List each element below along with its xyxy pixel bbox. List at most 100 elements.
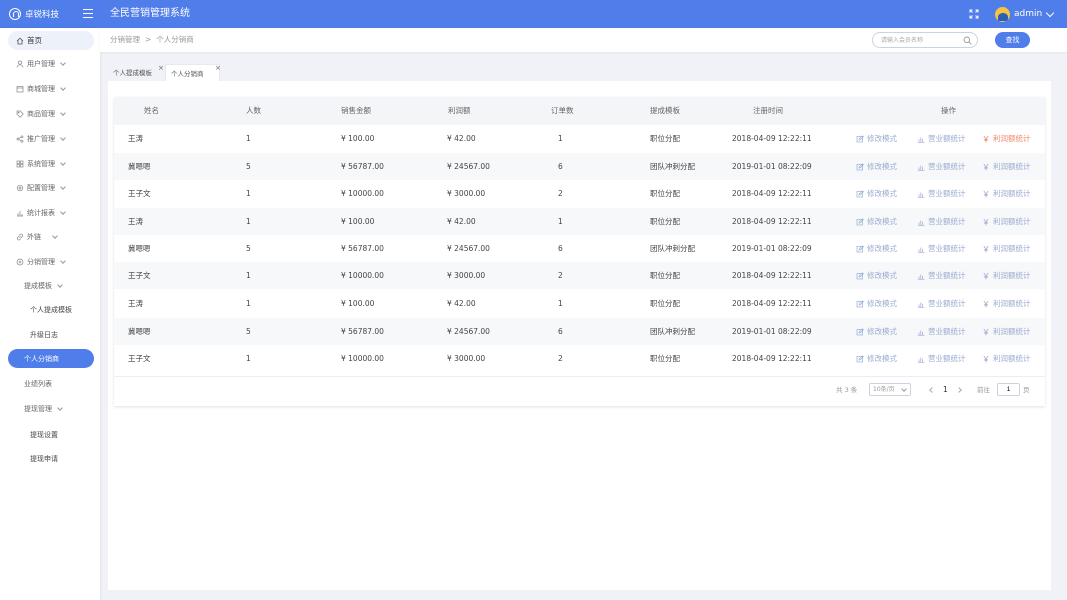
profit-stats-button[interactable]: 利润额统计 [982,180,1031,207]
cell-registered: 2019-01-01 08:22:09 [732,244,812,253]
sidebar-item-promotion[interactable]: 推广管理 [8,129,94,148]
sidebar-item-reports[interactable]: 统计报表 [8,203,94,222]
sidebar-item-personal-commission-template[interactable]: 个人提成模板 [8,300,94,319]
search-icon[interactable] [963,36,972,45]
edit-mode-button[interactable]: 修改模式 [856,290,897,317]
revenue-stats-button[interactable]: 营业额统计 [917,345,966,372]
cell-sales: ¥ 100.00 [341,299,375,308]
edit-mode-button[interactable]: 修改模式 [856,125,897,152]
cell-people: 1 [246,299,251,308]
sidebar-item-label: 分销管理 [27,257,55,266]
breadcrumb-parent[interactable]: 分销管理 [110,35,140,44]
cell-sales: ¥ 100.00 [341,217,375,226]
cell-sales: ¥ 56787.00 [341,162,384,171]
pagination-goto-input[interactable] [997,383,1020,396]
pagination-current-page[interactable]: 1 [943,383,948,397]
sidebar-item-users[interactable]: 用户管理 [8,54,94,73]
gear-icon [16,184,24,191]
revenue-stats-button[interactable]: 营业额统计 [917,290,966,317]
action-label: 利润额统计 [993,327,1031,336]
cell-orders: 2 [558,271,563,280]
profit-stats-button[interactable]: 利润额统计 [982,318,1031,345]
action-label: 利润额统计 [993,354,1031,363]
profit-stats-button[interactable]: 利润额统计 [982,153,1031,180]
profit-stats-button[interactable]: 利润额统计 [982,345,1031,372]
edit-icon [856,244,864,252]
sidebar-item-distribution[interactable]: 分销管理 [8,252,94,271]
sidebar-item-label: 升级日志 [30,330,58,339]
sidebar-item-personal-distributor[interactable]: 个人分销商 [8,349,94,368]
revenue-stats-button[interactable]: 营业额统计 [917,153,966,180]
sidebar-item-withdraw-application[interactable]: 提现申请 [8,449,94,468]
sidebar-item-withdraw-settings[interactable]: 提现设置 [8,425,94,444]
edit-mode-button[interactable]: 修改模式 [856,235,897,262]
sidebar-item-commission-template[interactable]: 提成模板 [8,276,94,295]
chevron-down-icon [60,257,66,264]
close-icon[interactable]: × [158,64,164,72]
edit-mode-button[interactable]: 修改模式 [856,153,897,180]
revenue-stats-button[interactable]: 营业额统计 [917,318,966,345]
bar-chart-icon [918,165,925,171]
cell-sales: ¥ 10000.00 [341,189,384,198]
close-icon[interactable]: × [215,64,221,72]
action-label: 利润额统计 [993,162,1031,171]
sidebar-item-links[interactable]: 外链 [8,227,94,246]
profit-stats-button[interactable]: 利润额统计 [982,262,1031,289]
edit-mode-button[interactable]: 修改模式 [856,180,897,207]
chevron-down-icon [60,159,66,166]
table-row: 王涛 1 ¥ 100.00 ¥ 42.00 1 职位分配 2018-04-09 12:22:… [114,125,1045,152]
profit-stats-button[interactable]: 利润额统计 [982,125,1031,152]
action-label: 营业额统计 [928,271,966,280]
sidebar-item-products[interactable]: 商品管理 [8,104,94,123]
profit-stats-button[interactable]: 利润额统计 [982,235,1031,262]
tab-personal-distributor[interactable]: 个人分销商 [165,64,220,81]
revenue-stats-button[interactable]: 营业额统计 [917,262,966,289]
edit-mode-button[interactable]: 修改模式 [856,345,897,372]
table-row: 冀嗯嗯 5 ¥ 56787.00 ¥ 24567.00 6 团队冲刺分配 2019-01-0… [114,318,1045,345]
edit-mode-button[interactable]: 修改模式 [856,318,897,345]
revenue-stats-button[interactable]: 营业额统计 [917,180,966,207]
sidebar-item-system[interactable]: 系统管理 [8,154,94,173]
revenue-stats-button[interactable]: 营业额统计 [917,125,966,152]
pagination-total: 共 3 条 [836,386,858,394]
tab-personal-commission-template[interactable]: 个人提成模板 [108,64,164,81]
cell-template: 职位分配 [650,134,680,143]
action-label: 利润额统计 [993,134,1031,143]
cell-orders: 1 [558,299,563,308]
sidebar-item-home[interactable]: 首页 [8,31,94,50]
cell-people: 5 [246,244,251,253]
next-page-icon[interactable] [956,383,964,397]
sidebar-item-label: 提现管理 [24,404,52,413]
fullscreen-icon[interactable] [969,9,979,19]
prev-page-icon[interactable] [927,383,935,397]
yen-icon [983,300,989,307]
sidebar-item-config[interactable]: 配置管理 [8,178,94,197]
revenue-stats-button[interactable]: 营业额统计 [917,208,966,235]
search-box [872,32,978,48]
search-button[interactable]: 查找 [995,32,1030,48]
profit-stats-button[interactable]: 利润额统计 [982,290,1031,317]
action-label: 营业额统计 [928,244,966,253]
profit-stats-button[interactable]: 利润额统计 [982,208,1031,235]
sidebar-item-performance-list[interactable]: 业绩列表 [8,374,94,393]
sidebar-item-store[interactable]: 商城管理 [8,79,94,98]
revenue-stats-button[interactable]: 营业额统计 [917,235,966,262]
column-header-profit: 利润额 [448,106,471,115]
cell-registered: 2019-01-01 08:22:09 [732,162,812,171]
edit-mode-button[interactable]: 修改模式 [856,208,897,235]
grid-icon [16,160,24,167]
action-label: 营业额统计 [928,162,966,171]
search-input[interactable] [881,34,961,46]
edit-icon [856,327,864,335]
cell-orders: 2 [558,354,563,363]
cell-profit: ¥ 42.00 [447,134,476,143]
sidebar-item-upgrade-log[interactable]: 升级日志 [8,325,94,344]
sidebar-item-label: 统计报表 [27,208,55,217]
cell-name: 冀嗯嗯 [128,162,151,171]
page-size-select[interactable]: 10条/页 [869,383,911,396]
menu-toggle-icon[interactable] [83,9,93,18]
sidebar-item-withdraw-management[interactable]: 提现管理 [8,399,94,418]
edit-mode-button[interactable]: 修改模式 [856,262,897,289]
cell-profit: ¥ 42.00 [447,299,476,308]
user-menu[interactable]: admin [995,0,1055,28]
